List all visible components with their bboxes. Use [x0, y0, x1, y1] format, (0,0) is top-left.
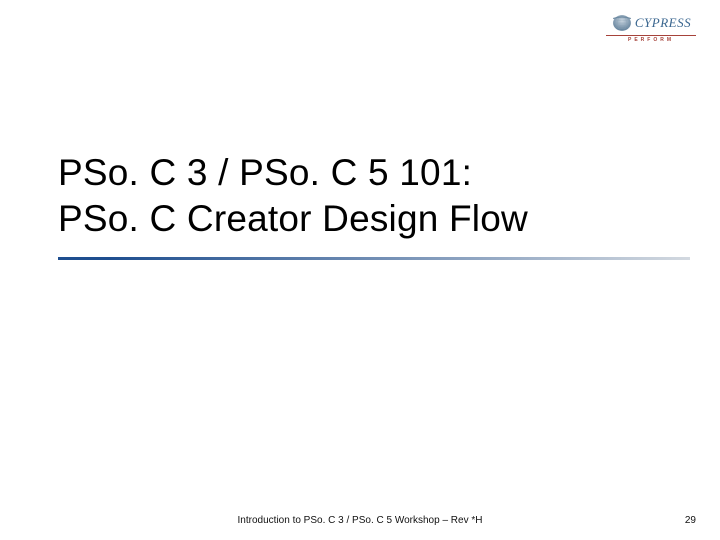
- logo-brand-text: CYPRESS: [635, 15, 691, 31]
- title-underline: [58, 257, 690, 260]
- title-line-2: PSo. C Creator Design Flow: [58, 198, 528, 239]
- brand-logo: CYPRESS PERFORM: [606, 12, 696, 43]
- slide-title: PSo. C 3 / PSo. C 5 101: PSo. C Creator …: [58, 150, 690, 243]
- logo-divider: [606, 35, 696, 36]
- page-number: 29: [685, 515, 696, 526]
- globe-icon: [611, 12, 633, 34]
- title-block: PSo. C 3 / PSo. C 5 101: PSo. C Creator …: [58, 150, 690, 260]
- title-line-1: PSo. C 3 / PSo. C 5 101:: [58, 152, 472, 193]
- logo-main: CYPRESS: [606, 12, 696, 34]
- slide: CYPRESS PERFORM PSo. C 3 / PSo. C 5 101:…: [0, 0, 720, 540]
- logo-tagline: PERFORM: [606, 37, 696, 43]
- footer-text: Introduction to PSo. C 3 / PSo. C 5 Work…: [0, 515, 720, 526]
